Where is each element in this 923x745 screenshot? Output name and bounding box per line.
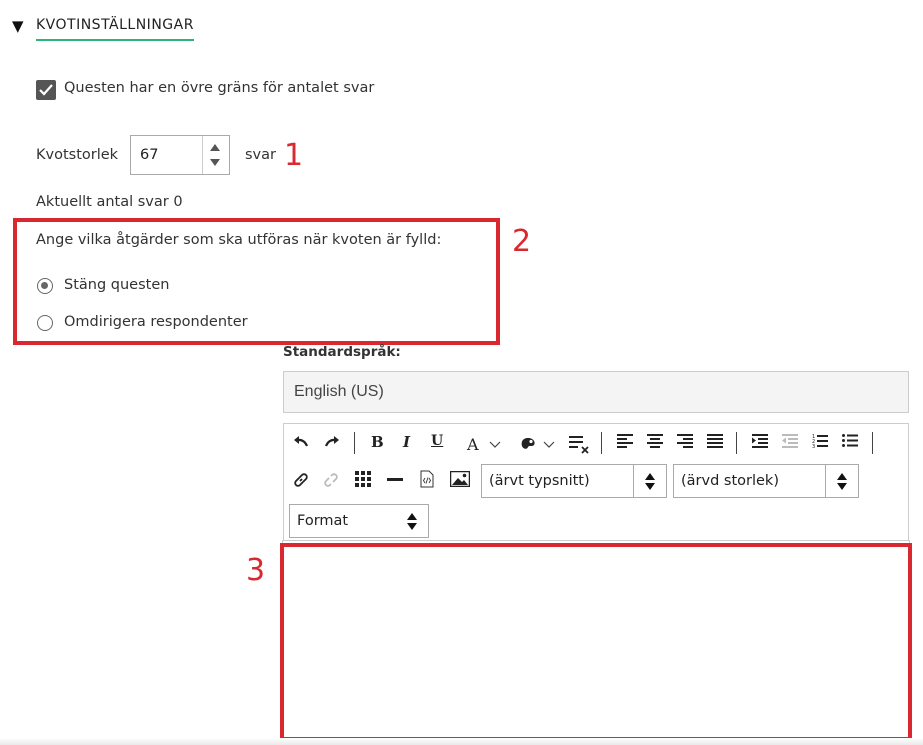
select-arrow-icon[interactable] [633, 465, 666, 497]
chevron-down-icon[interactable] [489, 441, 501, 449]
indent-icon[interactable] [752, 434, 768, 448]
annotation-3: 3 [246, 553, 266, 588]
bold-icon[interactable]: B [371, 435, 384, 450]
outdent-icon[interactable] [782, 434, 798, 448]
quota-limit-checkbox[interactable] [36, 80, 56, 100]
horizontal-rule-icon[interactable] [387, 478, 403, 482]
editor-content-area[interactable] [280, 543, 912, 741]
svg-text:3: 3 [812, 444, 815, 449]
link-icon[interactable] [293, 472, 309, 488]
chevron-down-icon[interactable] [543, 441, 555, 449]
checkmark-icon [39, 84, 53, 96]
radio-close-quest-label[interactable]: Stäng questen [64, 277, 169, 293]
select-arrow-icon[interactable] [396, 505, 428, 537]
table-icon[interactable] [355, 471, 371, 487]
format-select-value: Format [297, 513, 349, 529]
redo-icon[interactable] [324, 434, 340, 448]
background-color-icon[interactable] [520, 437, 536, 451]
collapse-arrow-icon[interactable]: ▼ [12, 17, 24, 35]
unlink-icon[interactable] [323, 472, 339, 488]
justify-icon[interactable] [707, 434, 723, 448]
editor-toolbar: B I U A 1 2 3 (ärvt typsnitt) (ärvd stor… [283, 423, 909, 541]
align-center-icon[interactable] [647, 434, 663, 448]
format-select[interactable]: Format [289, 504, 429, 538]
ordered-list-icon[interactable]: 1 2 3 [812, 433, 828, 449]
quota-action-question: Ange vilka åtgärder som ska utföras när … [36, 232, 442, 248]
page-bottom-edge [0, 738, 923, 745]
select-arrow-icon[interactable] [825, 465, 858, 497]
radio-redirect-respondents-label[interactable]: Omdirigera respondenter [64, 314, 248, 330]
radio-close-quest[interactable] [37, 278, 53, 294]
font-family-select-value: (ärvt typsnitt) [489, 473, 590, 489]
quota-size-input[interactable] [140, 147, 200, 163]
annotation-1: 1 [284, 138, 304, 173]
quota-limit-label: Questen har en övre gräns för antalet sv… [64, 80, 375, 96]
toolbar-separator [601, 432, 602, 454]
remove-format-icon[interactable] [569, 434, 591, 454]
unordered-list-icon[interactable] [842, 434, 858, 448]
undo-icon[interactable] [293, 434, 309, 448]
quota-unit-label: svar [245, 147, 276, 163]
font-family-select[interactable]: (ärvt typsnitt) [481, 464, 667, 498]
quota-size-stepper[interactable] [130, 135, 230, 175]
italic-icon[interactable]: I [403, 435, 410, 450]
image-icon[interactable] [450, 471, 470, 487]
stepper-buttons[interactable] [202, 136, 229, 174]
toolbar-separator [872, 432, 873, 454]
stepper-down-icon[interactable] [210, 159, 220, 166]
underline-icon[interactable]: U [431, 434, 443, 448]
font-size-select-value: (ärvd storlek) [681, 473, 779, 489]
annotation-2: 2 [512, 224, 532, 259]
font-size-select[interactable]: (ärvd storlek) [673, 464, 859, 498]
source-code-icon[interactable] [420, 470, 434, 488]
stepper-up-icon[interactable] [210, 144, 220, 151]
default-language-label: Standardspråk: [283, 344, 401, 360]
default-language-select[interactable]: English (US) [283, 371, 909, 413]
radio-redirect-respondents[interactable] [37, 315, 53, 331]
quota-size-label: Kvotstorlek [36, 147, 119, 163]
section-title[interactable]: KVOTINSTÄLLNINGAR [36, 17, 194, 41]
current-response-count: Aktuellt antal svar 0 [36, 194, 183, 210]
toolbar-separator [736, 432, 737, 454]
align-left-icon[interactable] [617, 434, 633, 448]
font-color-icon[interactable]: A [467, 437, 479, 453]
toolbar-separator [354, 432, 355, 454]
align-right-icon[interactable] [677, 434, 693, 448]
